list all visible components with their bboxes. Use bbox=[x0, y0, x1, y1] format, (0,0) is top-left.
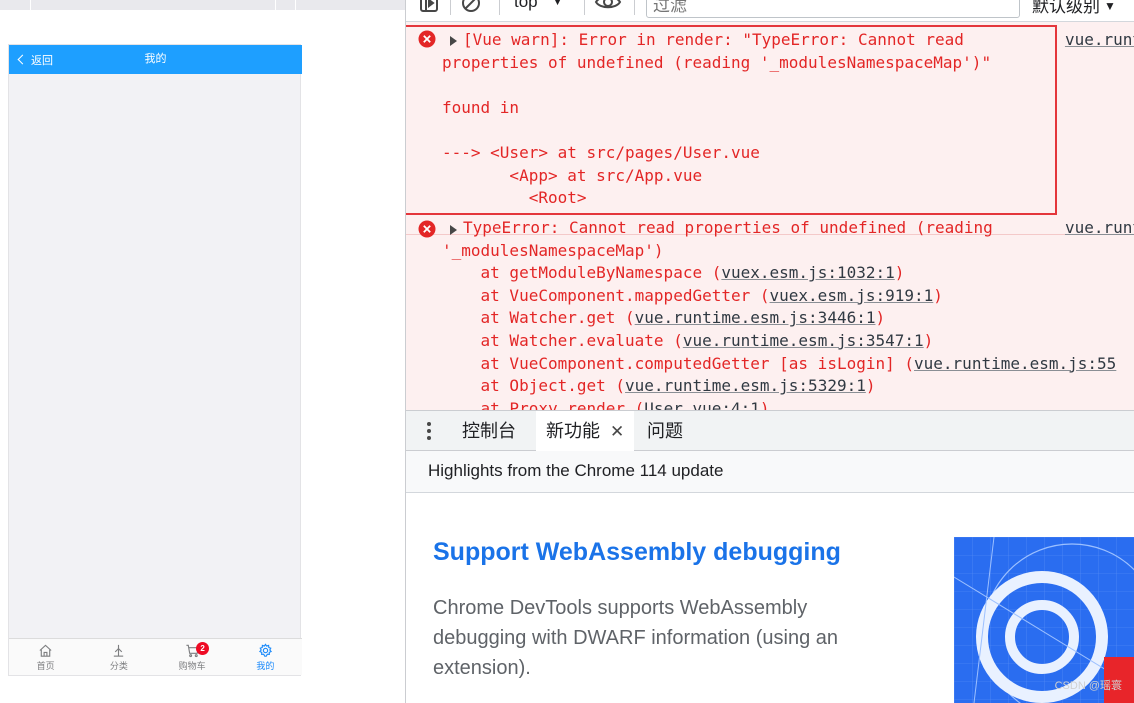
expand-triangle-icon[interactable] bbox=[450, 225, 457, 235]
tab-cart-label: 购物车 bbox=[178, 660, 206, 671]
stack-frame: at Object.get (vue.runtime.esm.js:5329:1… bbox=[442, 376, 876, 396]
message-line: ---> <User> at src/pages/User.vue bbox=[442, 143, 760, 162]
stack-frame: at Proxy.render (User.vue:4:1) bbox=[442, 398, 770, 410]
console-messages: vue.runt [Vue warn]: Error in render: "T… bbox=[406, 22, 1134, 410]
stack-frame-link[interactable]: vuex.esm.js:919:1 bbox=[770, 286, 934, 305]
stack-frame-link[interactable]: vue.runtime.esm.js:5329:1 bbox=[625, 376, 866, 395]
dropdown-caret-icon: ▼ bbox=[551, 0, 564, 8]
stack-frame: at VueComponent.mappedGetter (vuex.esm.j… bbox=[442, 285, 943, 305]
sidebar-toggle-icon[interactable] bbox=[418, 0, 440, 14]
message-line: TypeError: Cannot read properties of und… bbox=[463, 218, 993, 237]
stack-frame-link[interactable]: vue.runtime.esm.js:3547:1 bbox=[683, 331, 924, 350]
error-icon bbox=[418, 30, 436, 48]
message-source-link[interactable]: vue.runt bbox=[1065, 217, 1134, 240]
feature-description: Chrome DevTools supports WebAssembly deb… bbox=[433, 597, 839, 679]
console-error-message: vue.runt [Vue warn]: Error in render: "T… bbox=[406, 22, 1134, 234]
tab-issues[interactable]: 问题 bbox=[647, 411, 683, 451]
message-source-link[interactable]: vue.runt bbox=[1065, 29, 1134, 52]
whats-new-content: Support WebAssembly debugging Chrome Dev… bbox=[406, 493, 1134, 703]
eye-icon[interactable] bbox=[594, 0, 622, 14]
message-line: found in bbox=[442, 97, 520, 117]
devtools-panel: top ▼ 默认级别 ▼ vue.runt [Vue warn]: Error in… bbox=[406, 0, 1134, 703]
tab-bar: 首页 分类 2 购物车 我的 bbox=[9, 638, 302, 675]
stack-frame: at Watcher.evaluate (vue.runtime.esm.js:… bbox=[442, 331, 934, 350]
tab-home-label: 首页 bbox=[36, 660, 55, 671]
chevron-left-icon bbox=[17, 54, 28, 65]
category-icon bbox=[114, 644, 124, 657]
tab-category[interactable]: 分类 bbox=[82, 639, 155, 675]
clear-console-icon[interactable] bbox=[460, 0, 482, 14]
whats-new-header: Highlights from the Chrome 114 update bbox=[406, 451, 1134, 493]
stack-frame-link[interactable]: User.vue:4:1 bbox=[644, 399, 760, 410]
close-icon[interactable]: ✕ bbox=[610, 412, 624, 452]
back-button[interactable]: 返回 bbox=[17, 45, 53, 74]
context-value: top bbox=[514, 0, 538, 11]
stack-frame-link[interactable]: vue.runtime.esm.js:3446:1 bbox=[635, 308, 876, 327]
message-line: <App> at src/App.vue bbox=[442, 165, 703, 185]
message-line: '_modulesNamespaceMap') bbox=[442, 240, 664, 260]
tab-category-label: 分类 bbox=[109, 660, 128, 671]
stack-frame: at VueComponent.computedGetter [as isLog… bbox=[442, 353, 1117, 373]
tab-cart[interactable]: 2 购物车 bbox=[156, 639, 229, 675]
stack-frame-link[interactable]: vuex.esm.js:1032:1 bbox=[721, 263, 894, 282]
back-label: 返回 bbox=[31, 54, 53, 67]
console-error-message: vue.runt TypeError: Cannot read properti… bbox=[406, 217, 1134, 410]
tab-mine[interactable]: 我的 bbox=[229, 639, 302, 675]
drawer-tab-bar: 控制台 新功能 ✕ 问题 bbox=[406, 410, 1134, 451]
more-options-icon[interactable] bbox=[422, 420, 436, 442]
context-selector[interactable]: top ▼ bbox=[514, 0, 564, 12]
tab-home[interactable]: 首页 bbox=[9, 639, 82, 675]
device-toolbar-strip bbox=[0, 0, 405, 10]
error-icon bbox=[418, 220, 436, 238]
gear-icon bbox=[258, 642, 272, 657]
log-levels-dropdown[interactable]: 默认级别 ▼ bbox=[1032, 0, 1116, 17]
feature-title[interactable]: Support WebAssembly debugging bbox=[433, 538, 841, 567]
device-preview: 我的 返回 首页 分类 2 购物车 我的 bbox=[0, 0, 405, 703]
log-levels-label: 默认级别 bbox=[1032, 0, 1100, 16]
message-line: [Vue warn]: Error in render: "TypeError:… bbox=[463, 30, 964, 49]
cart-badge: 2 bbox=[196, 642, 210, 655]
phone-screen: 我的 返回 首页 分类 2 购物车 我的 bbox=[8, 44, 302, 676]
stack-frame: at getModuleByNamespace (vuex.esm.js:103… bbox=[442, 263, 905, 283]
dropdown-caret-icon: ▼ bbox=[1104, 0, 1116, 13]
tab-whats-new[interactable]: 新功能 ✕ bbox=[536, 411, 635, 452]
tab-console[interactable]: 控制台 bbox=[462, 411, 516, 451]
tab-mine-label: 我的 bbox=[256, 660, 275, 671]
console-toolbar: top ▼ 默认级别 ▼ bbox=[406, 0, 1134, 22]
home-icon bbox=[39, 644, 52, 657]
message-line: properties of undefined (reading '_modul… bbox=[442, 52, 992, 72]
whats-new-header-text: Highlights from the Chrome 114 update bbox=[428, 461, 724, 480]
screen: 我的 返回 首页 分类 2 购物车 我的 top ▼ 过滤 默认级别 ▼ vue… bbox=[0, 0, 1134, 703]
tab-whats-new-label: 新功能 bbox=[546, 421, 600, 441]
filter-input[interactable] bbox=[646, 0, 1020, 18]
message-line: <Root> bbox=[442, 188, 587, 208]
watermark: CSDN @瑶寰 bbox=[1054, 680, 1122, 692]
nav-bar: 我的 返回 bbox=[9, 45, 302, 74]
stack-frame: at Watcher.get (vue.runtime.esm.js:3446:… bbox=[442, 308, 886, 328]
expand-triangle-icon[interactable] bbox=[450, 36, 457, 46]
stack-frame-link[interactable]: vue.runtime.esm.js:55 bbox=[914, 354, 1116, 373]
